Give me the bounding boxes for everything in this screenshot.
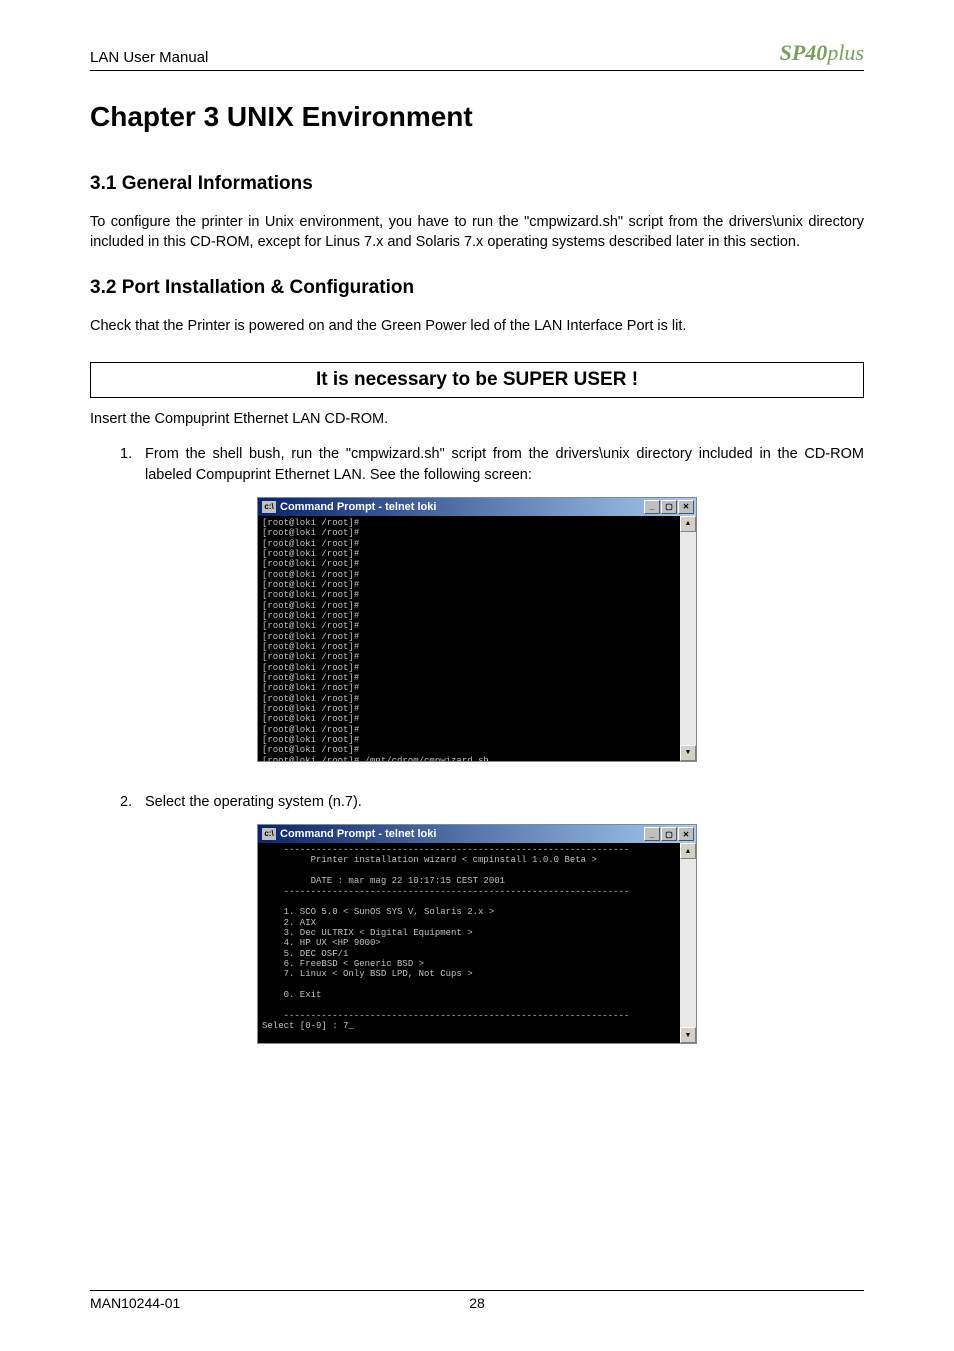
scroll-track[interactable] — [680, 859, 696, 1027]
terminal-output: ----------------------------------------… — [258, 843, 680, 1043]
scroll-up-icon[interactable]: ▲ — [680, 516, 696, 532]
page-header: LAN User Manual SP40plus — [90, 40, 864, 71]
header-title: LAN User Manual — [90, 49, 208, 66]
section-3-2-title: 3.2 Port Installation & Configuration — [90, 277, 864, 299]
terminal-screenshot-1: c:\ Command Prompt - telnet loki _ ▢ ✕ [… — [257, 497, 697, 762]
cmd-icon: c:\ — [262, 828, 276, 840]
step-2-text: Select the operating system (n.7). — [145, 792, 864, 812]
scroll-down-icon[interactable]: ▼ — [680, 745, 696, 761]
cmd-icon: c:\ — [262, 501, 276, 513]
superuser-notice: It is necessary to be SUPER USER ! — [90, 362, 864, 398]
brand-logo: SP40plus — [780, 40, 864, 66]
scroll-track[interactable] — [680, 532, 696, 745]
step-2: 2. Select the operating system (n.7). — [90, 792, 864, 812]
window-titlebar: c:\ Command Prompt - telnet loki _ ▢ ✕ — [258, 498, 696, 516]
section-3-1-title: 3.1 General Informations — [90, 173, 864, 195]
step-1: 1. From the shell bush, run the "cmpwiza… — [90, 444, 864, 485]
terminal-screenshot-2: c:\ Command Prompt - telnet loki _ ▢ ✕ -… — [257, 824, 697, 1044]
window-buttons: _ ▢ ✕ — [644, 827, 694, 841]
scrollbar[interactable]: ▲ ▼ — [680, 516, 696, 761]
maximize-button[interactable]: ▢ — [661, 827, 677, 841]
window-titlebar: c:\ Command Prompt - telnet loki _ ▢ ✕ — [258, 825, 696, 843]
close-button[interactable]: ✕ — [678, 500, 694, 514]
maximize-button[interactable]: ▢ — [661, 500, 677, 514]
window-buttons: _ ▢ ✕ — [644, 500, 694, 514]
footer-doc-id: MAN10244-01 — [90, 1295, 348, 1311]
window-title: Command Prompt - telnet loki — [280, 501, 436, 513]
page-footer: MAN10244-01 28 — [90, 1290, 864, 1311]
scroll-up-icon[interactable]: ▲ — [680, 843, 696, 859]
step-1-text: From the shell bush, run the "cmpwizard.… — [145, 444, 864, 485]
page-number: 28 — [348, 1295, 606, 1311]
scrollbar[interactable]: ▲ ▼ — [680, 843, 696, 1043]
scroll-down-icon[interactable]: ▼ — [680, 1027, 696, 1043]
chapter-title: Chapter 3 UNIX Environment — [90, 101, 864, 133]
section-3-1-body: To configure the printer in Unix environ… — [90, 213, 864, 252]
section-3-2-intro: Check that the Printer is powered on and… — [90, 317, 864, 337]
minimize-button[interactable]: _ — [644, 500, 660, 514]
terminal-output: [root@loki /root]# [root@loki /root]# [r… — [258, 516, 680, 761]
step-2-number: 2. — [90, 792, 145, 812]
step-1-number: 1. — [90, 444, 145, 485]
insert-cdrom-text: Insert the Compuprint Ethernet LAN CD-RO… — [90, 410, 864, 430]
close-button[interactable]: ✕ — [678, 827, 694, 841]
minimize-button[interactable]: _ — [644, 827, 660, 841]
window-title: Command Prompt - telnet loki — [280, 828, 436, 840]
